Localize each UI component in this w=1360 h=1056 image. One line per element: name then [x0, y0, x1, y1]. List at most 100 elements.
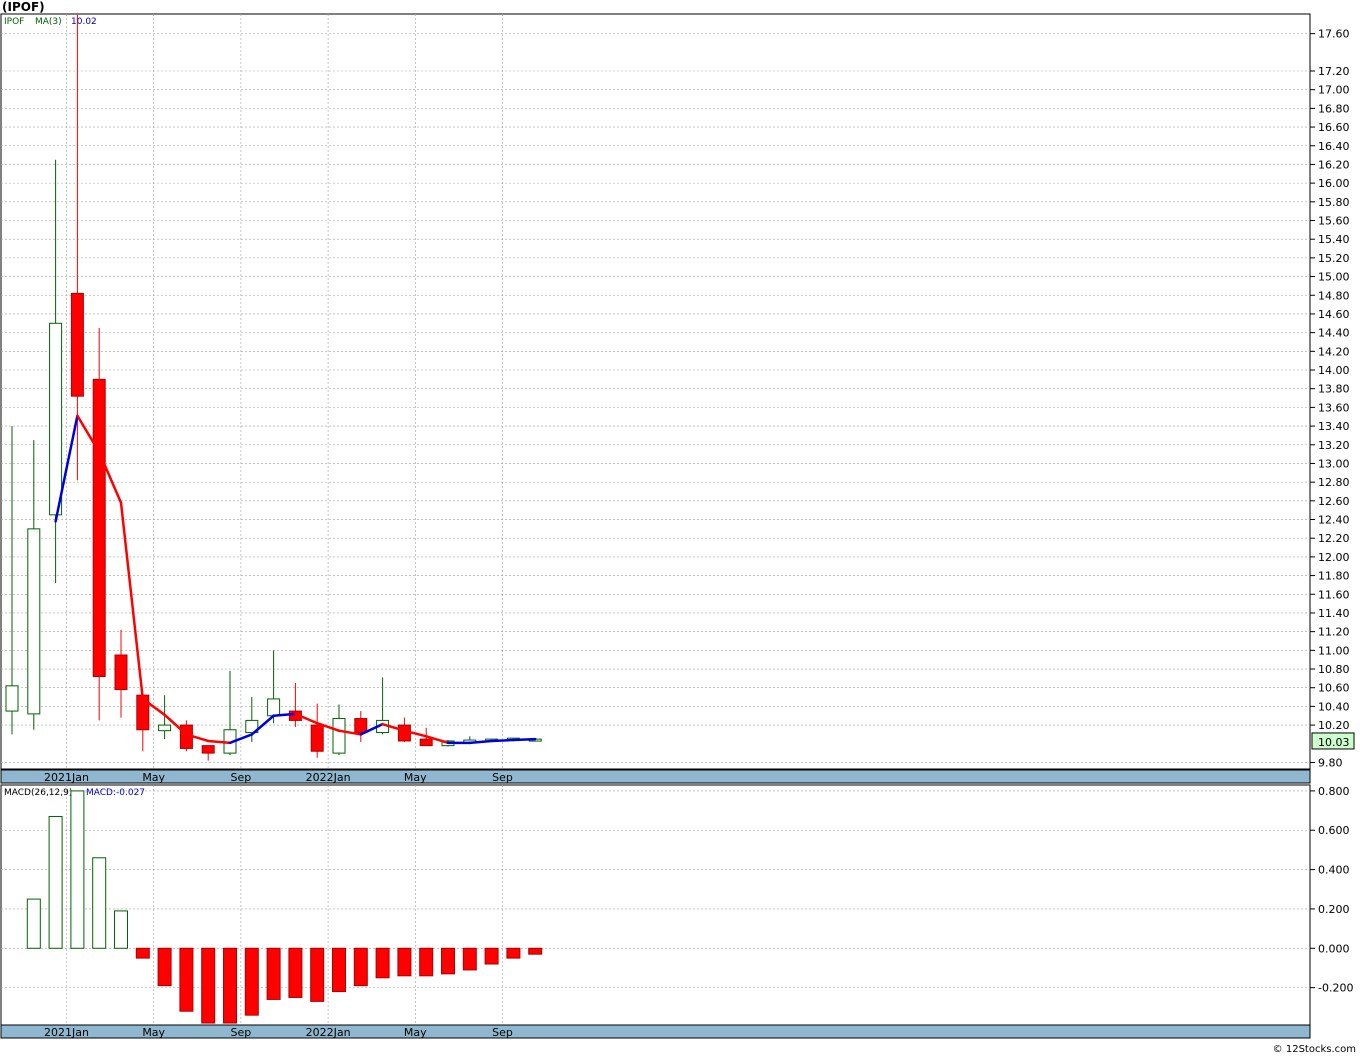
legend-symbol: IPOF — [4, 17, 24, 27]
macd-bar — [135, 947, 150, 959]
candle-body — [92, 378, 106, 677]
macd-tick-label: 0.200 — [1318, 903, 1350, 916]
price-x-label: May — [404, 771, 427, 784]
macd-bar — [157, 947, 172, 987]
price-x-axis-band — [0, 769, 1311, 784]
price-tick-label: 12.20 — [1318, 532, 1350, 545]
macd-tick-label: 0.600 — [1318, 824, 1350, 837]
price-tick-label: 16.40 — [1318, 140, 1350, 153]
price-tick-label: 14.60 — [1318, 308, 1350, 321]
macd-bar — [26, 898, 41, 949]
macd-bar — [310, 947, 325, 1002]
macd-bar — [528, 947, 543, 955]
price-tick-label: 14.00 — [1318, 364, 1350, 377]
macd-tick-label: -0.200 — [1318, 982, 1353, 995]
price-tick-label: 15.60 — [1318, 215, 1350, 228]
candle-body — [5, 685, 19, 712]
price-tick-label: 11.20 — [1318, 626, 1350, 639]
macd-bar — [48, 815, 63, 949]
candle-body — [114, 654, 128, 691]
macd-bar — [462, 947, 477, 971]
candle-body — [267, 698, 281, 717]
candle-body — [332, 718, 346, 754]
price-x-label: 2021Jan — [44, 771, 89, 784]
macd-tick-label: 0.000 — [1318, 942, 1350, 955]
price-tick-label: 11.80 — [1318, 570, 1350, 583]
macd-x-label: 2021Jan — [44, 1026, 89, 1039]
candle-body — [354, 718, 368, 734]
macd-bar — [375, 947, 390, 979]
price-tick-label: 14.80 — [1318, 289, 1350, 302]
macd-bar — [506, 947, 521, 959]
price-tick-label: 15.40 — [1318, 233, 1350, 246]
macd-x-label: 2022Jan — [306, 1026, 351, 1039]
price-x-label: May — [142, 771, 165, 784]
candle-body — [27, 528, 41, 715]
macd-bar — [179, 947, 194, 1012]
macd-bar — [92, 857, 107, 949]
price-x-label: Sep — [492, 771, 513, 784]
macd-bar — [114, 910, 128, 949]
price-tick-label: 13.00 — [1318, 457, 1350, 470]
price-tick-label: 10.20 — [1318, 719, 1350, 732]
ma3-segment — [490, 738, 515, 743]
footer-credit: © 12Stocks.com — [1272, 1044, 1356, 1055]
macd-tick-label: 0.400 — [1318, 864, 1350, 877]
price-tick-label: 13.80 — [1318, 383, 1350, 396]
candle-body — [49, 322, 63, 516]
price-tick-label: 13.40 — [1318, 420, 1350, 433]
candle-body — [310, 724, 324, 752]
price-tick-label: 12.60 — [1318, 495, 1350, 508]
price-tick-label: 10.40 — [1318, 700, 1350, 713]
macd-x-label: May — [404, 1026, 427, 1039]
macd-legend-name: MACD(26,12,9) — [4, 788, 72, 798]
macd-bar — [223, 947, 237, 1024]
price-tick-label: 16.20 — [1318, 158, 1350, 171]
price-tick-label: 13.20 — [1318, 439, 1350, 452]
price-tick-label: 14.40 — [1318, 327, 1350, 340]
stock-chart: 9.80 10.20 10.40 10.60 10.80 11.00 11.20 11.40 1… — [0, 13, 1355, 1039]
macd-bar — [244, 947, 259, 1016]
price-tick-label: 10.60 — [1318, 682, 1350, 695]
price-tick-label: 10.80 — [1318, 663, 1350, 676]
price-x-label: Sep — [231, 771, 252, 784]
legend-ma-label: MA(3) — [35, 17, 62, 27]
macd-x-label: Sep — [492, 1026, 513, 1039]
price-tick-label: 11.40 — [1318, 607, 1350, 620]
price-tick-label: 16.00 — [1318, 177, 1350, 190]
price-tick-label: 15.00 — [1318, 271, 1350, 284]
price-tick-label: 11.60 — [1318, 588, 1350, 601]
price-tick-label: 11.00 — [1318, 644, 1350, 657]
macd-bar — [397, 947, 412, 977]
macd-bar — [484, 947, 499, 965]
macd-bar — [266, 947, 281, 1000]
macd-x-label: May — [142, 1026, 165, 1039]
macd-bar — [70, 790, 85, 949]
price-tick-label: 13.60 — [1318, 401, 1350, 414]
macd-bar — [288, 947, 303, 998]
last-price-label: 10.03 — [1318, 736, 1350, 749]
macd-bar — [332, 947, 346, 993]
price-tick-label: 14.20 — [1318, 345, 1350, 358]
macd-bar — [441, 947, 455, 975]
price-tick-label: 9.80 — [1318, 756, 1343, 769]
price-tick-label: 12.40 — [1318, 514, 1350, 527]
price-tick-label: 17.20 — [1318, 65, 1350, 78]
candle-body — [70, 292, 84, 397]
macd-x-axis-band — [0, 1024, 1311, 1039]
price-x-label: 2022Jan — [306, 771, 351, 784]
macd-panel — [0, 784, 1311, 1026]
macd-bar — [353, 947, 368, 987]
price-tick-label: 17.60 — [1318, 28, 1350, 41]
price-tick-label: 16.80 — [1318, 102, 1350, 115]
candle-body — [158, 724, 172, 732]
macd-legend-value: MACD:-0.027 — [86, 788, 145, 798]
price-tick-label: 12.80 — [1318, 476, 1350, 489]
legend-ma-value: 10.02 — [71, 17, 97, 27]
price-tick-label: 15.20 — [1318, 252, 1350, 265]
macd-tick-label: 0.800 — [1318, 785, 1350, 798]
price-tick-label: 17.00 — [1318, 84, 1350, 97]
price-tick-label: 16.60 — [1318, 121, 1350, 134]
macd-bar — [419, 947, 434, 977]
macd-x-label: Sep — [231, 1026, 252, 1039]
